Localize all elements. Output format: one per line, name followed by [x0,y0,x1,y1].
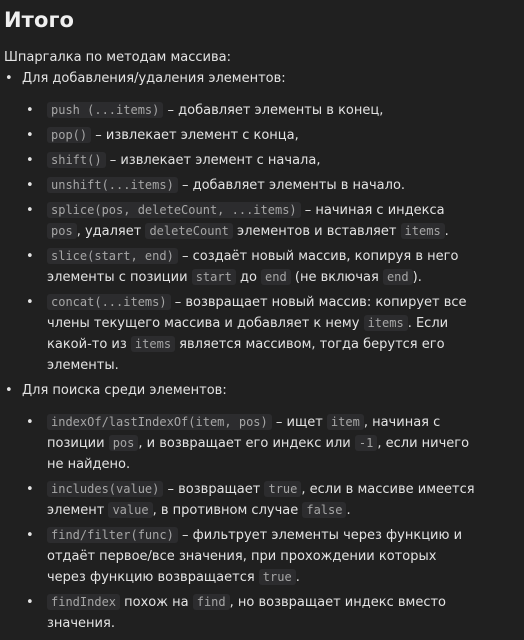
code-snippet: push (...items) [47,102,164,118]
section-list: • Для добавления/удаления элементов: • pu… [4,68,524,634]
bullet-icon: • [26,178,34,193]
method-item: • concat(...items) – возвращает новый мас… [22,292,477,376]
bullet-icon: • [26,295,34,310]
code-snippet: shift() [47,152,106,168]
section-search: • Для поиска среди элементов: • indexOf/l… [4,380,524,634]
bullet-icon: • [26,103,34,118]
code-snippet: slice(start, end) [47,248,178,264]
method-list: • indexOf/lastIndexOf(item, pos) – ищет i… [22,412,524,634]
method-item: • splice(pos, deleteCount, ...items) – на… [22,200,477,242]
description-text: до [235,270,262,285]
description-text: – ищет [271,415,327,430]
code-snippet: find/filter(func) [47,527,178,543]
description-text: , удаляет [76,224,146,239]
article: Итого Шпаргалка по методам массива: • Дл… [0,0,524,640]
description-text: похож на [120,595,193,610]
description-text: – начиная с индекса [300,203,445,218]
method-item: • unshift(...items) – добавляет элементы … [22,175,477,196]
bullet-icon: • [26,482,34,497]
section-label: Для поиска среди элементов: [22,383,227,398]
bullet-icon: • [26,595,34,610]
description-text: – добавляет элементы в начало. [177,178,406,193]
code-snippet: splice(pos, deleteCount, ...items) [47,202,301,218]
description-text: – возвращает [163,482,265,497]
bullet-icon: • [26,203,34,218]
code-snippet: indexOf/lastIndexOf(item, pos) [47,414,272,430]
code-snippet: items [400,223,445,239]
code-snippet: pos [108,435,139,451]
description-text: . [346,503,351,518]
description-text: . [444,224,449,239]
method-item: • find/filter(func) – фильтрует элементы … [22,525,477,588]
code-snippet: start [191,269,236,285]
method-list: • push (...items) – добавляет элементы в … [22,100,524,376]
description-text: . [295,570,300,585]
code-snippet: true [264,481,302,497]
code-snippet: value [108,502,153,518]
code-snippet: items [363,315,408,331]
description-text: – добавляет элементы в конец, [163,103,384,118]
description-text: – извлекает элемент с конца, [91,128,299,143]
code-snippet: unshift(...items) [47,177,178,193]
code-snippet: findIndex [47,594,121,610]
section-label: Для добавления/удаления элементов: [22,71,286,86]
code-snippet: items [130,336,176,352]
code-snippet: find [192,594,230,610]
bullet-icon: • [26,128,34,143]
description-text: , и возвращает его индекс или [138,436,355,451]
code-snippet: true [258,569,296,585]
method-item: • pop() – извлекает элемент с конца, [22,125,477,146]
description-text: ). [412,270,422,285]
description-text: (не включая [290,270,383,285]
method-item: • push (...items) – добавляет элементы в … [22,100,477,121]
method-item: • slice(start, end) – создаёт новый масси… [22,246,477,288]
code-snippet: false [302,502,347,518]
description-text: элементов и вставляет [232,224,401,239]
method-item: • findIndex похож на find, но возвращает … [22,592,477,634]
bullet-icon: • [26,153,34,168]
code-snippet: pop() [47,127,92,143]
bullet-icon: • [5,383,13,398]
code-snippet: concat(...items) [47,294,171,310]
code-snippet: includes(value) [47,481,164,497]
bullet-icon: • [26,528,34,543]
section-add-remove: • Для добавления/удаления элементов: • pu… [4,68,524,376]
code-snippet: -1 [354,435,378,451]
bullet-icon: • [5,71,13,86]
description-text: – извлекает элемент с начала, [105,153,321,168]
page-title: Итого [4,8,75,32]
code-snippet: end [382,269,413,285]
description-text: , в противном случае [152,503,303,518]
bullet-icon: • [26,249,34,264]
intro-text: Шпаргалка по методам массива: [4,50,232,65]
method-item: • includes(value) – возвращает true, если… [22,479,477,521]
method-item: • shift() – извлекает элемент с начала, [22,150,477,171]
method-item: • indexOf/lastIndexOf(item, pos) – ищет i… [22,412,477,475]
code-snippet: item [326,414,364,430]
code-snippet: deleteCount [145,223,233,239]
code-snippet: end [261,269,291,285]
code-snippet: pos [47,223,77,239]
bullet-icon: • [26,415,34,430]
